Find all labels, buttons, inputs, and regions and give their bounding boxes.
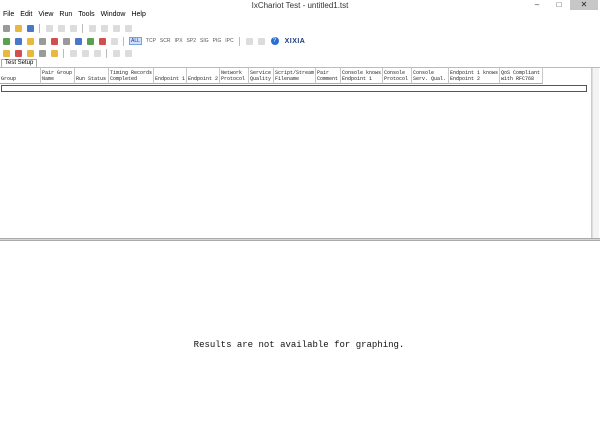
column-header[interactable]: Console Serv. Qual. bbox=[412, 68, 449, 84]
stop-test-icon[interactable] bbox=[15, 49, 22, 57]
column-header[interactable]: Script/Stream Filename bbox=[274, 68, 316, 84]
paste-icon[interactable] bbox=[113, 24, 120, 32]
ixia-logo: XIXIA bbox=[284, 37, 306, 45]
grid-icon[interactable] bbox=[111, 37, 118, 45]
column-header[interactable]: Pair Group Name bbox=[41, 68, 75, 84]
column-header[interactable]: Run Status bbox=[75, 68, 109, 84]
separator bbox=[82, 23, 83, 33]
new-file-icon[interactable] bbox=[3, 24, 10, 32]
minimize-button[interactable]: – bbox=[528, 0, 546, 10]
zoom-icon[interactable] bbox=[245, 37, 253, 45]
sort-icon[interactable] bbox=[94, 49, 101, 57]
properties-icon[interactable] bbox=[63, 37, 70, 45]
save-icon[interactable] bbox=[27, 24, 34, 32]
menu-help[interactable]: Help bbox=[131, 11, 145, 21]
separator bbox=[106, 48, 107, 58]
filter-scr-button[interactable]: SCR bbox=[160, 38, 171, 44]
column-header[interactable]: Service Quality bbox=[249, 68, 274, 84]
run-test-icon[interactable] bbox=[3, 49, 10, 57]
menu-tools[interactable]: Tools bbox=[78, 11, 94, 21]
filter-sp2-button[interactable]: SP2 bbox=[187, 38, 196, 44]
help-icon[interactable]: ? bbox=[270, 37, 279, 45]
open-folder-icon[interactable] bbox=[15, 24, 22, 32]
network-icon[interactable] bbox=[75, 37, 82, 45]
refresh-icon[interactable] bbox=[125, 49, 132, 57]
run-icon[interactable] bbox=[87, 37, 94, 45]
delete-icon[interactable] bbox=[125, 24, 132, 32]
column-header[interactable]: Timing Records Completed bbox=[109, 68, 154, 84]
filter-tcp-button[interactable]: TCP bbox=[146, 38, 156, 44]
results-pane: Results are not available for graphing. bbox=[0, 241, 598, 406]
replicate-icon[interactable] bbox=[39, 37, 46, 45]
add-pair-icon[interactable] bbox=[3, 37, 10, 45]
filter-ipc-button[interactable]: IPC bbox=[225, 38, 233, 44]
vertical-scrollbar[interactable] bbox=[592, 68, 599, 238]
column-header[interactable]: Endpoint 1 knows Endpoint 2 bbox=[449, 68, 500, 84]
separator bbox=[39, 23, 40, 33]
filter-sig-button[interactable]: SIG bbox=[200, 38, 209, 44]
column-header[interactable]: Group bbox=[0, 68, 41, 84]
column-header[interactable]: Network Protocol bbox=[220, 68, 249, 84]
separator bbox=[123, 36, 124, 46]
separator bbox=[63, 48, 64, 58]
menu-run[interactable]: Run bbox=[59, 11, 72, 21]
add-multicast-icon[interactable] bbox=[15, 37, 22, 45]
column-header[interactable]: Endpoint 1 bbox=[154, 68, 187, 84]
zoom-out-icon[interactable] bbox=[257, 37, 265, 45]
filter-all-button[interactable]: ALL bbox=[129, 37, 142, 45]
column-header[interactable]: Endpoint 2 bbox=[187, 68, 220, 84]
window-title: IxChariot Test - untitled1.tst bbox=[251, 1, 349, 10]
column-header[interactable]: Console knows Endpoint 1 bbox=[341, 68, 383, 84]
menu-window[interactable]: Window bbox=[101, 11, 126, 21]
menu-file[interactable]: File bbox=[3, 11, 14, 21]
menu-bar: File Edit View Run Tools Window Help bbox=[0, 11, 600, 21]
menu-view[interactable]: View bbox=[38, 11, 53, 21]
column-header[interactable]: Pair Comment bbox=[316, 68, 341, 84]
separator bbox=[238, 36, 240, 46]
options-icon[interactable] bbox=[39, 49, 46, 57]
menu-edit[interactable]: Edit bbox=[20, 11, 32, 21]
delete-pair-icon[interactable] bbox=[51, 37, 58, 45]
column-header[interactable]: Console Protocol bbox=[383, 68, 412, 84]
collapse-icon[interactable] bbox=[82, 49, 89, 57]
close-button[interactable]: ✕ bbox=[570, 0, 598, 10]
edit-pair-icon[interactable] bbox=[27, 37, 34, 45]
fit-icon[interactable] bbox=[113, 49, 120, 57]
filter-pig-button[interactable]: PIG bbox=[213, 38, 222, 44]
undo-icon[interactable] bbox=[70, 24, 77, 32]
filter-ipx-button[interactable]: IPX bbox=[174, 38, 182, 44]
title-bar: IxChariot Test - untitled1.tst – □ ✕ bbox=[0, 0, 600, 11]
cut-icon[interactable] bbox=[89, 24, 96, 32]
results-message: Results are not available for graphing. bbox=[193, 340, 405, 350]
abandon-icon[interactable] bbox=[27, 49, 34, 57]
column-header[interactable]: QoS Compliant with RFC768 bbox=[500, 68, 543, 84]
toolbar-pairs: ALL TCP SCR IPX SP2 SIG PIG IPC ? XIXIA bbox=[0, 35, 600, 47]
expand-icon[interactable] bbox=[70, 49, 77, 57]
table-row[interactable] bbox=[1, 85, 587, 92]
copy-icon[interactable] bbox=[101, 24, 108, 32]
settings-icon[interactable] bbox=[51, 49, 58, 57]
stop-icon[interactable] bbox=[99, 37, 106, 45]
print-preview-icon[interactable] bbox=[58, 24, 65, 32]
print-icon[interactable] bbox=[46, 24, 53, 32]
maximize-button[interactable]: □ bbox=[550, 0, 568, 10]
pairs-grid: Group Pair Group Name Run Status Timing … bbox=[0, 68, 592, 238]
tab-test-setup[interactable]: Test Setup bbox=[1, 59, 38, 67]
tab-strip: Test Setup bbox=[0, 59, 600, 68]
toolbar-file bbox=[0, 22, 600, 34]
toolbar-run bbox=[0, 47, 600, 59]
